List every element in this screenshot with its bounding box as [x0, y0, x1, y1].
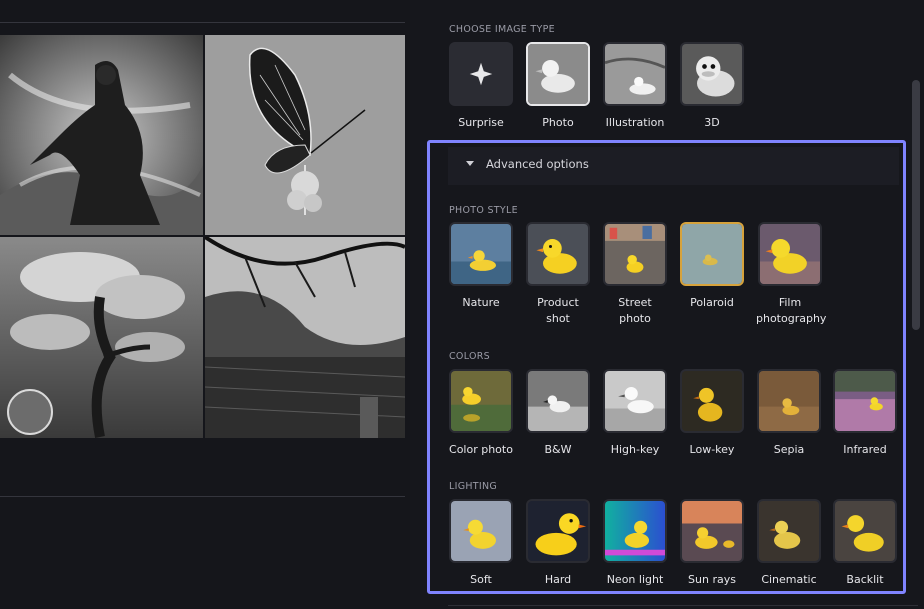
colors-low-key-label: Low-key	[689, 443, 735, 456]
color-photo-thumbnail	[449, 369, 513, 433]
photo-style-street-photo[interactable]: Street photo	[602, 222, 668, 327]
photo-style-section-label: PHOTO STYLE	[449, 205, 518, 216]
panel-bottom-divider	[448, 605, 918, 606]
street-photo-thumbnail	[603, 222, 667, 286]
film-photography-thumbnail	[758, 222, 822, 286]
colors-bw-label: B&W	[544, 443, 572, 456]
photo-style-film-photography-label: Film photography	[756, 296, 827, 325]
lighting-sun-rays-label: Sun rays	[688, 573, 736, 586]
photo-style-street-photo-label: Street photo	[618, 296, 652, 325]
colors-sepia[interactable]: Sepia	[756, 369, 822, 458]
hard-thumbnail	[526, 499, 590, 563]
nature-thumbnail	[449, 222, 513, 286]
lighting-hard-label: Hard	[544, 573, 572, 586]
soft-thumbnail	[449, 499, 513, 563]
panel-scrollbar[interactable]	[912, 80, 920, 330]
3d-thumbnail	[680, 42, 744, 106]
photo-style-polaroid[interactable]: Polaroid	[679, 222, 745, 311]
colors-infrared-label: Infrared	[843, 443, 887, 456]
generated-image-grid	[0, 35, 405, 438]
neon-light-thumbnail	[603, 499, 667, 563]
image-type-photo[interactable]: Photo	[525, 42, 591, 131]
caret-down-icon	[466, 161, 474, 166]
colors-low-key[interactable]: Low-key	[679, 369, 745, 458]
backlit-thumbnail	[833, 499, 897, 563]
lighting-section-label: LIGHTING	[449, 481, 498, 492]
colors-high-key-label: High-key	[610, 443, 660, 456]
lighting-soft[interactable]: Soft	[448, 499, 514, 588]
colors-high-key[interactable]: High-key	[602, 369, 668, 458]
colors-color-photo[interactable]: Color photo	[448, 369, 514, 458]
lighting-soft-label: Soft	[470, 573, 492, 586]
sparkle-icon	[449, 42, 513, 106]
photo-style-product-shot[interactable]: Product shot	[525, 222, 591, 327]
colors-bw[interactable]: B&W	[525, 369, 591, 458]
photo-style-product-shot-label: Product shot	[537, 296, 579, 325]
colors-color-photo-label: Color photo	[449, 443, 513, 456]
photo-style-nature-label: Nature	[462, 296, 500, 309]
illustration-thumbnail	[603, 42, 667, 106]
generated-image-butterfly[interactable]	[205, 35, 405, 235]
divider-bottom	[0, 496, 405, 497]
colors-section-label: COLORS	[449, 351, 490, 362]
photo-style-film-photography[interactable]: Film photography	[756, 222, 827, 327]
lighting-cinematic[interactable]: Cinematic	[756, 499, 822, 588]
colors-infrared[interactable]: Infrared	[832, 369, 898, 458]
high-key-thumbnail	[603, 369, 667, 433]
sepia-thumbnail	[757, 369, 821, 433]
low-key-thumbnail	[680, 369, 744, 433]
image-type-3d-label: 3D	[704, 116, 720, 129]
lighting-neon-light-label: Neon light	[606, 573, 664, 586]
image-type-illustration-label: Illustration	[605, 116, 665, 129]
generated-image-warrior[interactable]	[0, 35, 203, 235]
lighting-sun-rays[interactable]: Sun rays	[679, 499, 745, 588]
image-type-surprise-label: Surprise	[458, 116, 504, 129]
colors-sepia-label: Sepia	[773, 443, 805, 456]
image-type-surprise[interactable]: Surprise	[448, 42, 514, 131]
advanced-options-title: Advanced options	[486, 157, 589, 171]
lighting-backlit[interactable]: Backlit	[832, 499, 898, 588]
photo-thumbnail	[526, 42, 590, 106]
generated-results-pane	[0, 0, 410, 609]
divider-top	[0, 22, 405, 23]
polaroid-thumbnail	[680, 222, 744, 286]
lighting-hard[interactable]: Hard	[525, 499, 591, 588]
lighting-cinematic-label: Cinematic	[761, 573, 817, 586]
image-type-photo-label: Photo	[542, 116, 574, 129]
generated-image-lake-tree[interactable]	[205, 237, 405, 438]
bw-thumbnail	[526, 369, 590, 433]
sun-rays-thumbnail	[680, 499, 744, 563]
image-type-3d[interactable]: 3D	[679, 42, 745, 131]
image-type-illustration[interactable]: Illustration	[602, 42, 668, 131]
lighting-neon-light[interactable]: Neon light	[602, 499, 668, 588]
infrared-thumbnail	[833, 369, 897, 433]
photo-style-polaroid-label: Polaroid	[690, 296, 734, 309]
photo-style-nature[interactable]: Nature	[448, 222, 514, 311]
product-shot-thumbnail	[526, 222, 590, 286]
image-type-section-label: CHOOSE IMAGE TYPE	[449, 24, 555, 35]
cinematic-thumbnail	[757, 499, 821, 563]
generated-image-bonsai[interactable]	[0, 237, 203, 438]
lighting-backlit-label: Backlit	[846, 573, 884, 586]
